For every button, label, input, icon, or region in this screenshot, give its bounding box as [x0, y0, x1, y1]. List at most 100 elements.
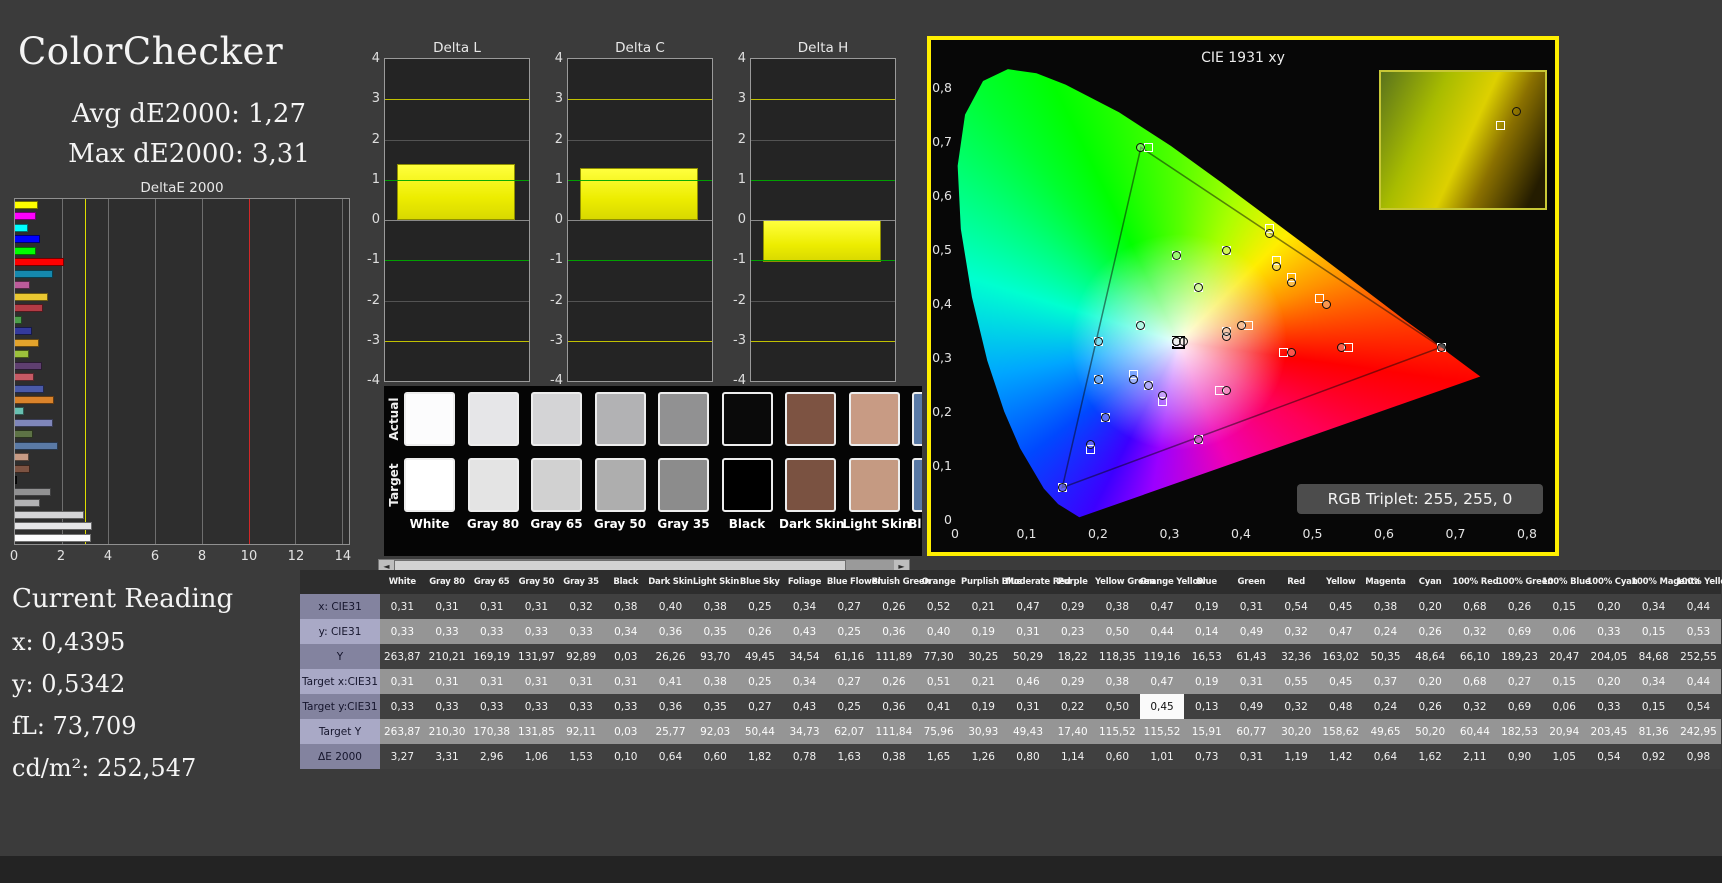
- swatch-actual-gray-50[interactable]: [595, 392, 646, 446]
- inset-measured-marker: [1512, 107, 1521, 116]
- cell-target-y-cie31-orange-yellow[interactable]: 0,45: [1140, 694, 1185, 719]
- table-row-y: Y263,87210,21169,19131,9792,890,0326,269…: [300, 644, 1721, 669]
- cell-x-cie31-magenta: 0,38: [1363, 594, 1408, 619]
- cie-measured-cyan: [1094, 375, 1103, 384]
- cell-y-yellow: 163,02: [1318, 644, 1363, 669]
- swatch-actual-blue-sky[interactable]: [912, 392, 922, 446]
- deltae-2000-chart[interactable]: [14, 198, 350, 545]
- column-header-100-blue: 100% Blue: [1542, 570, 1587, 594]
- deltae-bar-100-cyan: [15, 224, 28, 232]
- cie-x-tick: 0,6: [1374, 526, 1394, 541]
- cell-x-cie31-gray-50: 0,31: [514, 594, 559, 619]
- delta-y-tick: -1: [361, 252, 380, 267]
- cie-measured-dark-skin: [1237, 321, 1246, 330]
- cell-target-y-magenta: 49,65: [1363, 719, 1408, 744]
- cell-target-y-blue-sky: 50,44: [738, 719, 783, 744]
- table-row-e-2000: ΔE 20003,273,312,961,061,530,100,640,601…: [300, 744, 1721, 769]
- delta-y-tick: 0: [361, 212, 380, 227]
- cell-target-y-100-cyan: 203,45: [1587, 719, 1632, 744]
- swatch-actual-dark-skin[interactable]: [785, 392, 836, 446]
- cell-target-x-cie31-100-blue: 0,15: [1542, 669, 1587, 694]
- cell-x-cie31-dark-skin: 0,40: [648, 594, 693, 619]
- cell-target-x-cie31-cyan: 0,20: [1408, 669, 1453, 694]
- cie-measured-100-magenta: [1194, 435, 1203, 444]
- cell-x-cie31-100-blue: 0,15: [1542, 594, 1587, 619]
- cell-target-y-bluish-green: 111,84: [872, 719, 917, 744]
- cell-x-cie31-yellow: 0,45: [1318, 594, 1363, 619]
- swatch-target-white[interactable]: [404, 458, 455, 512]
- cell-y-red: 32,36: [1274, 644, 1319, 669]
- cie-measured-red: [1337, 343, 1346, 352]
- deltae-bar-foliage: [15, 430, 33, 438]
- cell-x-cie31-purplish-blue: 0,21: [961, 594, 1006, 619]
- cell-e-2000-foliage: 0,78: [782, 744, 827, 769]
- cell-y-100-blue: 20,47: [1542, 644, 1587, 669]
- cell-target-y-cyan: 50,20: [1408, 719, 1453, 744]
- cell-y-bluish-green: 111,89: [872, 644, 917, 669]
- cell-target-y-cie31-purplish-blue: 0,19: [961, 694, 1006, 719]
- swatch-target-gray-80[interactable]: [468, 458, 519, 512]
- cell-x-cie31-gray-80: 0,31: [425, 594, 470, 619]
- deltae-bar-gray-50: [15, 499, 40, 507]
- cell-target-y-gray-50: 131,85: [514, 719, 559, 744]
- column-header-black: Black: [603, 570, 648, 594]
- cie-1931-xy-panel[interactable]: CIE 1931 xy RGB Triplet: 255, 255, 0 00,…: [927, 36, 1559, 556]
- delta-h-bar: [763, 220, 881, 262]
- deltae-bar-moderate-red: [15, 373, 34, 381]
- row-label-y-cie31: y: CIE31: [300, 619, 380, 644]
- swatch-target-black[interactable]: [722, 458, 773, 512]
- cell-target-x-cie31-white: 0,31: [380, 669, 425, 694]
- swatch-actual-gray-65[interactable]: [531, 392, 582, 446]
- cell-y-cie31-dark-skin: 0,36: [648, 619, 693, 644]
- cell-y-cie31-100-green: 0,69: [1497, 619, 1542, 644]
- table-row-target-x-cie31: Target x:CIE310,310,310,310,310,310,310,…: [300, 669, 1721, 694]
- reading-x: x: 0,4395: [12, 628, 125, 656]
- delta-gridline: [385, 99, 529, 100]
- cie-y-tick: 0,8: [931, 80, 952, 95]
- cell-target-x-cie31-blue-sky: 0,25: [738, 669, 783, 694]
- cie-measured-100-cyan: [1094, 337, 1103, 346]
- cell-target-x-cie31-foliage: 0,34: [782, 669, 827, 694]
- cell-y-blue-sky: 49,45: [738, 644, 783, 669]
- table-row-target-y-cie31: Target y:CIE310,330,330,330,330,330,330,…: [300, 694, 1721, 719]
- deltae-x-tick: 6: [151, 549, 159, 564]
- delta-h-chart[interactable]: [750, 58, 896, 382]
- deltae-bar-orange-yellow: [15, 339, 39, 347]
- swatch-target-light-skin[interactable]: [849, 458, 900, 512]
- swatch-actual-light-skin[interactable]: [849, 392, 900, 446]
- swatch-actual-gray-35[interactable]: [658, 392, 709, 446]
- deltae-bar-row: [15, 281, 349, 289]
- cell-y-cie31-white: 0,33: [380, 619, 425, 644]
- deltae-bar-100-red: [15, 258, 64, 266]
- patch-column-label: Black: [716, 517, 779, 531]
- cell-x-cie31-purple: 0,29: [1050, 594, 1095, 619]
- delta-y-tick: -1: [727, 252, 746, 267]
- swatch-target-blue-sky[interactable]: [912, 458, 922, 512]
- cell-target-y-orange: 75,96: [916, 719, 961, 744]
- swatch-target-gray-65[interactable]: [531, 458, 582, 512]
- cie-x-tick: 0,1: [1017, 526, 1037, 541]
- delta-gridline: [568, 180, 712, 181]
- delta-c-chart[interactable]: [567, 58, 713, 382]
- cell-x-cie31-gray-65: 0,31: [469, 594, 514, 619]
- swatch-target-gray-50[interactable]: [595, 458, 646, 512]
- colorchecker-view: ColorChecker Avg dE2000: 1,27 Max dE2000…: [0, 0, 1722, 883]
- cell-target-x-cie31-black: 0,31: [603, 669, 648, 694]
- cie-y-tick: 0,2: [931, 404, 952, 419]
- delta-l-chart[interactable]: [384, 58, 530, 382]
- cell-x-cie31-yellow-green: 0,38: [1095, 594, 1140, 619]
- cell-y-cie31-100-yellow: 0,53: [1676, 619, 1721, 644]
- deltae-bar-purple: [15, 362, 42, 370]
- cell-x-cie31-red: 0,54: [1274, 594, 1319, 619]
- swatch-target-dark-skin[interactable]: [785, 458, 836, 512]
- swatch-actual-gray-80[interactable]: [468, 392, 519, 446]
- swatch-target-gray-35[interactable]: [658, 458, 709, 512]
- column-header-blue-flower: Blue Flower: [827, 570, 872, 594]
- swatch-actual-white[interactable]: [404, 392, 455, 446]
- deltae-bar-gray-35: [15, 488, 51, 496]
- avg-de2000: Avg dE2000: 1,27: [0, 99, 378, 129]
- deltae-bar-row: [15, 419, 349, 427]
- row-label-target-y: Target Y: [300, 719, 380, 744]
- swatch-actual-black[interactable]: [722, 392, 773, 446]
- cie-measured-purplish-blue: [1101, 413, 1110, 422]
